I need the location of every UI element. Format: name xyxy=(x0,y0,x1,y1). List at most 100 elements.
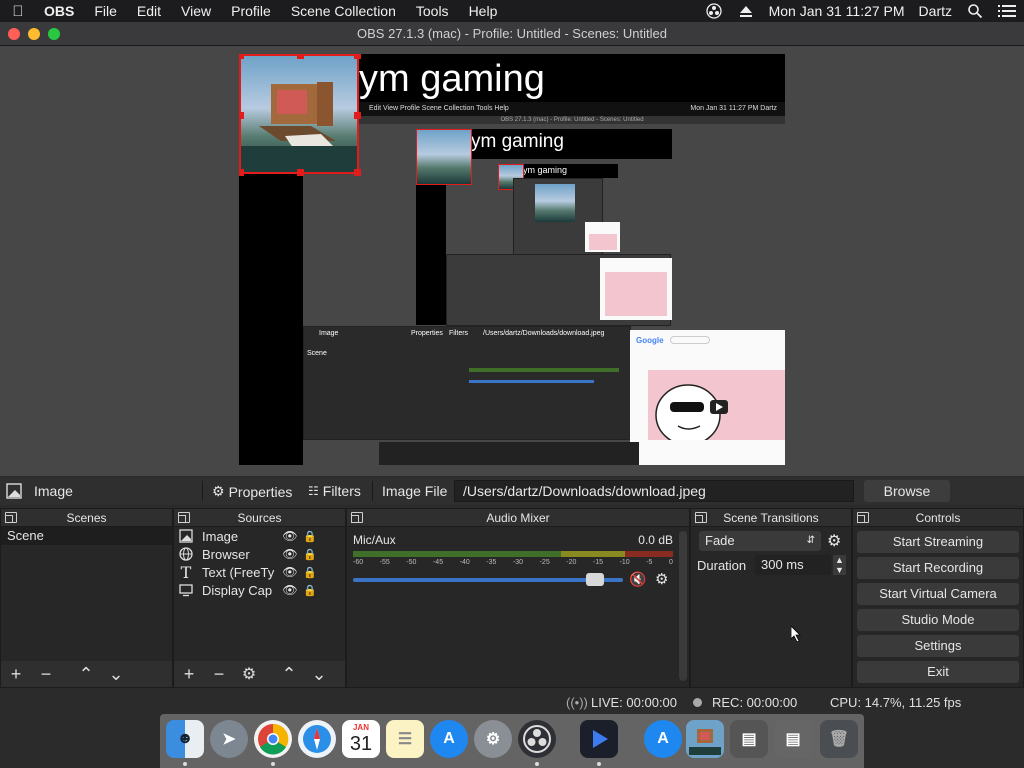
menu-edit[interactable]: Edit xyxy=(127,3,171,19)
app-store-icon[interactable]: A xyxy=(430,720,468,758)
resize-handle-left[interactable] xyxy=(239,112,244,119)
filter-icon: ☷ xyxy=(308,484,319,498)
menu-profile[interactable]: Profile xyxy=(221,3,281,19)
menu-clock[interactable]: Mon Jan 31 11:27 PM xyxy=(769,3,905,19)
resize-handle-br[interactable] xyxy=(354,169,361,176)
apple-menu-icon[interactable]:  xyxy=(0,3,36,20)
finder-icon[interactable]: ☻ xyxy=(166,720,204,758)
start-streaming-button[interactable]: Start Streaming xyxy=(857,531,1019,553)
resize-handle-bottom[interactable] xyxy=(297,169,304,176)
preview-area[interactable]: ym gaming Edit View Profile Scene Collec… xyxy=(0,46,1024,476)
move-down-icon[interactable]: ⌄ xyxy=(304,664,334,685)
lock-icon[interactable]: 🔒 xyxy=(300,566,320,579)
source-row-text[interactable]: T Text (FreeTy 👁 🔒 xyxy=(174,563,345,582)
mixer-gear-icon[interactable]: ⚙ xyxy=(655,570,668,588)
calendar-icon[interactable]: JAN 31 xyxy=(342,720,380,758)
image-file-icon[interactable] xyxy=(686,720,724,758)
lock-icon[interactable]: 🔒 xyxy=(300,584,320,597)
lock-icon[interactable]: 🔒 xyxy=(300,530,320,543)
undock-icon[interactable] xyxy=(178,512,190,523)
resize-handle-right[interactable] xyxy=(354,112,361,119)
updown-chevron-icon: ⇵ xyxy=(806,535,815,546)
launchpad-icon[interactable]: ➤ xyxy=(210,720,248,758)
mixer-scrollbar[interactable] xyxy=(679,531,687,681)
move-down-icon[interactable]: ⌄ xyxy=(101,664,131,685)
visibility-eye-icon[interactable]: 👁 xyxy=(280,529,300,543)
nested-source-label: Image xyxy=(319,330,339,337)
menu-user[interactable]: Dartz xyxy=(919,3,952,19)
image-file-label: Image File xyxy=(382,483,448,499)
filters-button[interactable]: ☷ Filters xyxy=(308,483,361,499)
obs-app-icon[interactable] xyxy=(518,720,556,758)
notification-center-icon[interactable] xyxy=(998,3,1016,19)
safari-icon[interactable] xyxy=(298,720,336,758)
browse-button[interactable]: Browse xyxy=(864,480,950,502)
media-player-icon[interactable] xyxy=(580,720,618,758)
menu-file[interactable]: File xyxy=(84,3,127,19)
menu-tools[interactable]: Tools xyxy=(406,3,459,19)
scene-item[interactable]: Scene xyxy=(1,527,172,545)
menu-help[interactable]: Help xyxy=(459,3,508,19)
eject-icon[interactable] xyxy=(737,3,755,19)
mixer-header: Audio Mixer xyxy=(347,509,689,527)
resize-handle-tr[interactable] xyxy=(354,54,361,59)
source-settings-icon[interactable]: ⚙ xyxy=(234,664,264,684)
chrome-icon[interactable] xyxy=(254,720,292,758)
undock-icon[interactable] xyxy=(351,512,363,523)
menu-view[interactable]: View xyxy=(171,3,221,19)
system-preferences-icon[interactable]: ⚙ xyxy=(474,720,512,758)
source-row-browser[interactable]: Browser 👁 🔒 xyxy=(174,545,345,563)
meter-tick-label: -30 xyxy=(512,559,524,566)
add-scene-icon[interactable]: + xyxy=(1,664,31,685)
visibility-eye-icon[interactable]: 👁 xyxy=(280,565,300,579)
volume-slider[interactable]: 🔇 ⚙ xyxy=(353,570,683,588)
undock-icon[interactable] xyxy=(5,512,17,523)
transition-select[interactable]: Fade ⇵ xyxy=(699,531,821,551)
muted-speaker-icon[interactable]: 🔇 xyxy=(629,571,646,588)
image-file-path-field[interactable]: /Users/dartz/Downloads/download.jpeg xyxy=(454,480,854,502)
source-row-image[interactable]: Image 👁 🔒 xyxy=(174,527,345,545)
screenshot-thumbnail-2-icon[interactable]: ▤ xyxy=(774,720,812,758)
mouse-cursor-icon xyxy=(791,626,801,642)
add-source-icon[interactable]: + xyxy=(174,664,204,685)
duration-stepper[interactable]: ▲ ▼ xyxy=(833,555,846,575)
start-recording-button[interactable]: Start Recording xyxy=(857,557,1019,579)
resize-handle-tl[interactable] xyxy=(239,54,244,59)
properties-button[interactable]: ⚙ Properties xyxy=(212,483,292,500)
app-store-downloads-icon[interactable]: A xyxy=(644,720,682,758)
exit-button[interactable]: Exit xyxy=(857,661,1019,683)
undock-icon[interactable] xyxy=(857,512,869,523)
menu-scene-collection[interactable]: Scene Collection xyxy=(281,3,406,19)
lock-icon[interactable]: 🔒 xyxy=(300,548,320,561)
duration-input[interactable]: 300 ms xyxy=(755,555,831,575)
spotlight-search-icon[interactable] xyxy=(966,3,984,19)
toolbar-divider xyxy=(202,481,203,501)
transitions-header: Scene Transitions xyxy=(691,509,851,527)
volume-track[interactable] xyxy=(353,578,623,582)
remove-scene-icon[interactable]: − xyxy=(31,664,61,685)
transition-gear-icon[interactable]: ⚙ xyxy=(827,531,841,551)
selected-image-source[interactable] xyxy=(239,54,361,176)
settings-button[interactable]: Settings xyxy=(857,635,1019,657)
source-row-display[interactable]: Display Cap 👁 🔒 xyxy=(174,581,345,599)
undock-icon[interactable] xyxy=(695,512,707,523)
resize-handle-bl[interactable] xyxy=(239,169,244,176)
running-indicator xyxy=(183,762,187,766)
visibility-eye-icon[interactable]: 👁 xyxy=(280,583,300,597)
menu-app-name[interactable]: OBS xyxy=(36,3,84,19)
status-bar: ((•)) LIVE: 00:00:00 REC: 00:00:00 CPU: … xyxy=(0,690,1024,714)
preview-canvas[interactable]: ym gaming Edit View Profile Scene Collec… xyxy=(239,54,785,465)
nested-window-title: OBS 27.1.3 (mac) - Profile: Untitled - S… xyxy=(359,116,785,124)
resize-handle-top[interactable] xyxy=(297,54,304,59)
obs-status-icon[interactable] xyxy=(705,3,723,19)
trash-icon[interactable]: 🗑 xyxy=(820,720,858,758)
remove-source-icon[interactable]: − xyxy=(204,664,234,685)
notes-icon[interactable]: ☰ xyxy=(386,720,424,758)
volume-knob[interactable] xyxy=(586,573,604,586)
screenshot-thumbnail-icon[interactable]: ▤ xyxy=(730,720,768,758)
move-up-icon[interactable]: ⌃ xyxy=(274,664,304,685)
move-up-icon[interactable]: ⌃ xyxy=(71,664,101,685)
studio-mode-button[interactable]: Studio Mode xyxy=(857,609,1019,631)
start-virtual-camera-button[interactable]: Start Virtual Camera xyxy=(857,583,1019,605)
visibility-eye-icon[interactable]: 👁 xyxy=(280,547,300,561)
